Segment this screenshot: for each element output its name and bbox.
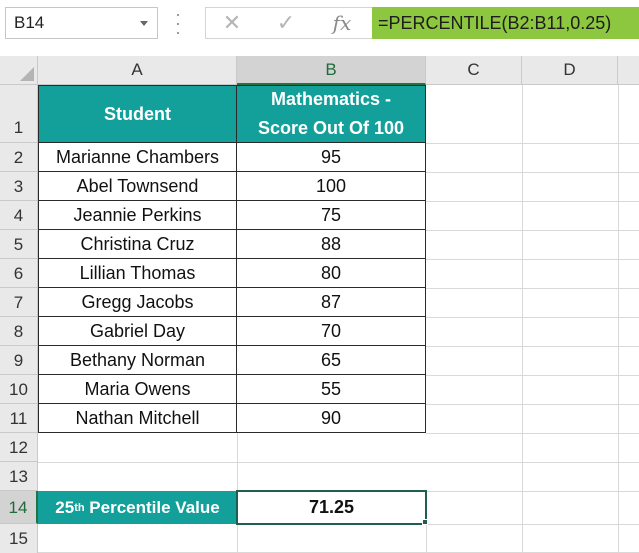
- gridline: [426, 143, 639, 144]
- result-label[interactable]: 25th Percentile Value: [38, 491, 237, 524]
- cell-score[interactable]: 80: [237, 259, 426, 288]
- result-value-cell[interactable]: 71.25: [236, 490, 427, 525]
- insert-function-icon[interactable]: fx: [322, 8, 362, 38]
- column-header-b[interactable]: B: [237, 56, 426, 85]
- gridline: [426, 259, 639, 260]
- cell-score[interactable]: 70: [237, 317, 426, 346]
- cell-student-name[interactable]: Marianne Chambers: [38, 143, 237, 172]
- result-value: 71.25: [308, 497, 355, 517]
- cell-student-name[interactable]: Gregg Jacobs: [38, 288, 237, 317]
- formula-buttons: ✕ ✓ fx: [205, 7, 372, 39]
- row-header-9[interactable]: 9: [0, 346, 38, 375]
- row-header-14[interactable]: 14: [0, 491, 38, 524]
- result-label-text: Percentile Value: [84, 497, 220, 517]
- column-header-c[interactable]: C: [426, 56, 522, 85]
- cell-student-name[interactable]: Nathan Mitchell: [38, 404, 237, 433]
- chevron-down-icon[interactable]: [140, 21, 148, 26]
- gridline: [618, 85, 619, 553]
- cell-student-name[interactable]: Christina Cruz: [38, 230, 237, 259]
- name-box-value: B14: [14, 13, 45, 32]
- gridline: [426, 346, 639, 347]
- cell-score[interactable]: 55: [237, 375, 426, 404]
- gridline: [426, 288, 639, 289]
- row-header-2[interactable]: 2: [0, 143, 38, 172]
- gridline: [426, 462, 639, 463]
- column-header-d[interactable]: D: [522, 56, 618, 85]
- gridline: [426, 172, 639, 173]
- gridline: [426, 433, 639, 434]
- gridline: [237, 524, 238, 553]
- row-header-15[interactable]: 15: [0, 524, 38, 553]
- header-score-line2: Score Out Of 100: [257, 118, 405, 138]
- cell-student-name[interactable]: Lillian Thomas: [38, 259, 237, 288]
- cell-student-name[interactable]: Bethany Norman: [38, 346, 237, 375]
- gridline: [426, 524, 639, 525]
- row-header-12[interactable]: 12: [0, 433, 38, 462]
- name-box[interactable]: B14: [5, 7, 158, 39]
- row-header-1[interactable]: 1: [0, 85, 38, 143]
- header-score-line1: Mathematics -: [270, 89, 392, 109]
- gridline: [426, 201, 639, 202]
- gridline: [426, 375, 639, 376]
- select-all-button[interactable]: [0, 56, 38, 85]
- cell-student-name[interactable]: Gabriel Day: [38, 317, 237, 346]
- row-header-5[interactable]: 5: [0, 230, 38, 259]
- cell-score[interactable]: 90: [237, 404, 426, 433]
- row-header-11[interactable]: 11: [0, 404, 38, 433]
- cell-score[interactable]: 88: [237, 230, 426, 259]
- column-header-a[interactable]: A: [38, 56, 237, 85]
- row-header-10[interactable]: 10: [0, 375, 38, 404]
- header-student[interactable]: Student: [38, 85, 237, 143]
- gridline: [426, 230, 639, 231]
- row-header-8[interactable]: 8: [0, 317, 38, 346]
- cell-score[interactable]: 75: [237, 201, 426, 230]
- cell-score[interactable]: 100: [237, 172, 426, 201]
- gridline: [38, 462, 426, 463]
- gridline: [522, 85, 523, 553]
- select-all-icon: [20, 67, 34, 81]
- gridline: [426, 491, 639, 492]
- gridline: [426, 317, 639, 318]
- column-header-e[interactable]: [618, 56, 639, 85]
- formula-input[interactable]: =PERCENTILE(B2:B11,0.25): [372, 7, 639, 39]
- cancel-icon[interactable]: ✕: [212, 8, 252, 38]
- row-header-6[interactable]: 6: [0, 259, 38, 288]
- cell-student-name[interactable]: Jeannie Perkins: [38, 201, 237, 230]
- gridline: [426, 524, 427, 553]
- row-header-13[interactable]: 13: [0, 462, 38, 491]
- gridline: [237, 433, 238, 491]
- row-header-7[interactable]: 7: [0, 288, 38, 317]
- cell-score[interactable]: 65: [237, 346, 426, 375]
- fill-handle[interactable]: [422, 519, 428, 525]
- drag-handle-icon[interactable]: [176, 14, 180, 34]
- cell-score[interactable]: 87: [237, 288, 426, 317]
- cell-student-name[interactable]: Maria Owens: [38, 375, 237, 404]
- row-header-3[interactable]: 3: [0, 172, 38, 201]
- cell-student-name[interactable]: Abel Townsend: [38, 172, 237, 201]
- cell-score[interactable]: 95: [237, 143, 426, 172]
- gridline: [426, 404, 639, 405]
- enter-icon[interactable]: ✓: [266, 8, 306, 38]
- result-label-number: 25: [55, 497, 75, 517]
- header-student-label: Student: [104, 103, 171, 124]
- formula-bar: B14 ✕ ✓ fx =PERCENTILE(B2:B11,0.25): [0, 0, 639, 47]
- row-header-4[interactable]: 4: [0, 201, 38, 230]
- header-score[interactable]: Mathematics - Score Out Of 100: [237, 85, 426, 143]
